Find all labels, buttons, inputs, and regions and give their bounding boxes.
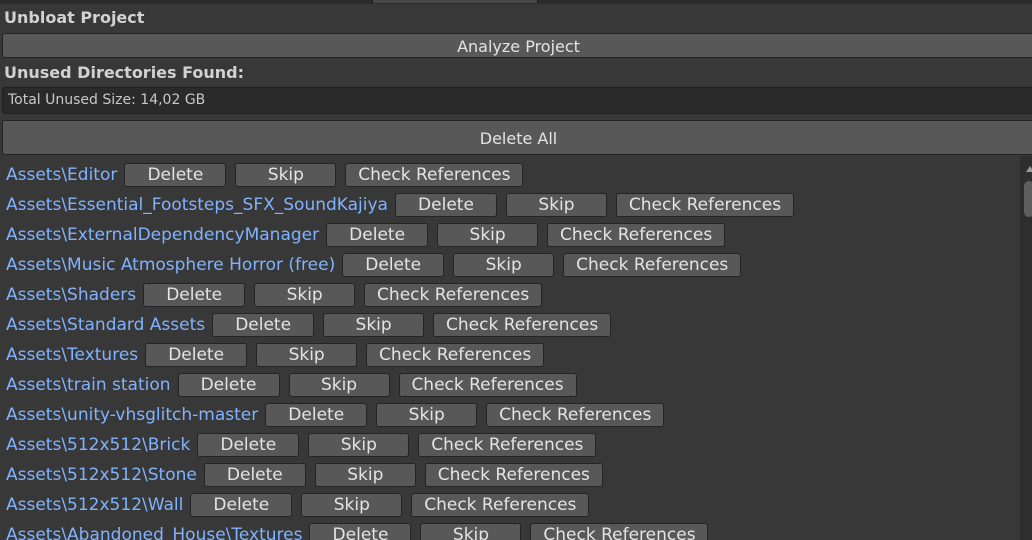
directory-row: Assets\Abandoned_House\Textures Delete Ski… (0, 520, 717, 540)
directory-row: Assets\train station Delete Skip Check Refe… (0, 370, 586, 400)
check-references-button[interactable]: Check References (547, 223, 726, 247)
skip-button[interactable]: Skip (505, 193, 607, 217)
skip-button[interactable]: Skip (420, 523, 522, 540)
delete-button[interactable]: Delete (212, 313, 315, 337)
delete-button[interactable]: Delete (326, 223, 429, 247)
directory-row: Assets\Music Atmosphere Horror (free) Del… (0, 250, 750, 280)
check-references-button[interactable]: Check References (364, 283, 543, 307)
skip-button[interactable]: Skip (308, 433, 410, 457)
directory-list[interactable]: Assets\Editor Delete Skip Check References A… (0, 160, 1020, 540)
check-references-button[interactable]: Check References (424, 463, 603, 487)
directory-path-link[interactable]: Assets\Standard Assets (6, 315, 205, 335)
check-references-button[interactable]: Check References (615, 193, 794, 217)
directory-path-link[interactable]: Assets\ExternalDependencyManager (6, 225, 319, 245)
directory-path-link[interactable]: Assets\512x512\Brick (6, 435, 190, 455)
delete-button[interactable]: Delete (309, 523, 412, 540)
analyze-project-button[interactable]: Analyze Project (2, 33, 1032, 58)
directory-row: Assets\512x512\Wall Delete Skip Check Refer… (0, 490, 598, 520)
skip-button[interactable]: Skip (301, 493, 403, 517)
check-references-button[interactable]: Check References (411, 493, 590, 517)
delete-button[interactable]: Delete (203, 463, 306, 487)
skip-button[interactable]: Skip (437, 223, 539, 247)
unused-directories-label: Unused Directories Found: (4, 63, 245, 82)
directory-path-link[interactable]: Assets\unity-vhsglitch-master (6, 405, 258, 425)
directory-path-link[interactable]: Assets\Abandoned_House\Textures (6, 525, 302, 540)
window-tab[interactable] (372, 0, 538, 3)
directory-path-link[interactable]: Assets\512x512\Wall (6, 495, 183, 515)
skip-button[interactable]: Skip (323, 313, 425, 337)
check-references-button[interactable]: Check References (486, 403, 665, 427)
directory-row: Assets\unity-vhsglitch-master Delete Skip C… (0, 400, 673, 430)
check-references-button[interactable]: Check References (563, 253, 742, 277)
scroll-thumb[interactable] (1024, 181, 1032, 217)
directory-row: Assets\512x512\Stone Delete Skip Check Refe… (0, 460, 612, 490)
delete-button[interactable]: Delete (145, 343, 248, 367)
skip-button[interactable]: Skip (376, 403, 478, 427)
total-unused-size-field: Total Unused Size: 14,02 GB (2, 87, 1032, 114)
directory-row: Assets\Editor Delete Skip Check References (0, 160, 532, 190)
check-references-button[interactable]: Check References (398, 373, 577, 397)
skip-button[interactable]: Skip (256, 343, 358, 367)
skip-button[interactable]: Skip (235, 163, 337, 187)
directory-path-link[interactable]: Assets\Editor (6, 165, 117, 185)
check-references-button[interactable]: Check References (433, 313, 612, 337)
delete-button[interactable]: Delete (265, 403, 368, 427)
delete-button[interactable]: Delete (342, 253, 445, 277)
check-references-button[interactable]: Check References (418, 433, 597, 457)
directory-row: Assets\ExternalDependencyManager Delete Sk… (0, 220, 734, 250)
delete-button[interactable]: Delete (124, 163, 227, 187)
delete-all-button[interactable]: Delete All (2, 120, 1032, 155)
scroll-up-arrow-icon[interactable] (1026, 166, 1032, 172)
delete-button[interactable]: Delete (190, 493, 293, 517)
directory-row: Assets\Textures Delete Skip Check Reference… (0, 340, 553, 370)
delete-button[interactable]: Delete (143, 283, 246, 307)
unbloat-window: Unbloat Project Analyze Project Unused D… (0, 0, 1032, 540)
directory-row: Assets\Essential_Footsteps_SFX_SoundKaji… (0, 190, 803, 220)
directory-path-link[interactable]: Assets\Textures (6, 345, 138, 365)
check-references-button[interactable]: Check References (366, 343, 545, 367)
skip-button[interactable]: Skip (314, 463, 416, 487)
directory-row: Assets\Standard Assets Delete Skip Check Re… (0, 310, 620, 340)
delete-button[interactable]: Delete (177, 373, 280, 397)
directory-row: Assets\512x512\Brick Delete Skip Check Refe… (0, 430, 605, 460)
directory-row: Assets\Shaders Delete Skip Check References (0, 280, 551, 310)
directory-path-link[interactable]: Assets\Music Atmosphere Horror (free) (6, 255, 335, 275)
directory-path-link[interactable]: Assets\Shaders (6, 285, 136, 305)
directory-path-link[interactable]: Assets\512x512\Stone (6, 465, 197, 485)
delete-button[interactable]: Delete (394, 193, 497, 217)
delete-button[interactable]: Delete (197, 433, 300, 457)
check-references-button[interactable]: Check References (345, 163, 524, 187)
panel-title: Unbloat Project (4, 8, 145, 27)
skip-button[interactable]: Skip (254, 283, 356, 307)
check-references-button[interactable]: Check References (530, 523, 709, 540)
directory-path-link[interactable]: Assets\train station (6, 375, 171, 395)
skip-button[interactable]: Skip (288, 373, 390, 397)
directory-path-link[interactable]: Assets\Essential_Footsteps_SFX_SoundKaji… (6, 195, 388, 215)
skip-button[interactable]: Skip (453, 253, 555, 277)
